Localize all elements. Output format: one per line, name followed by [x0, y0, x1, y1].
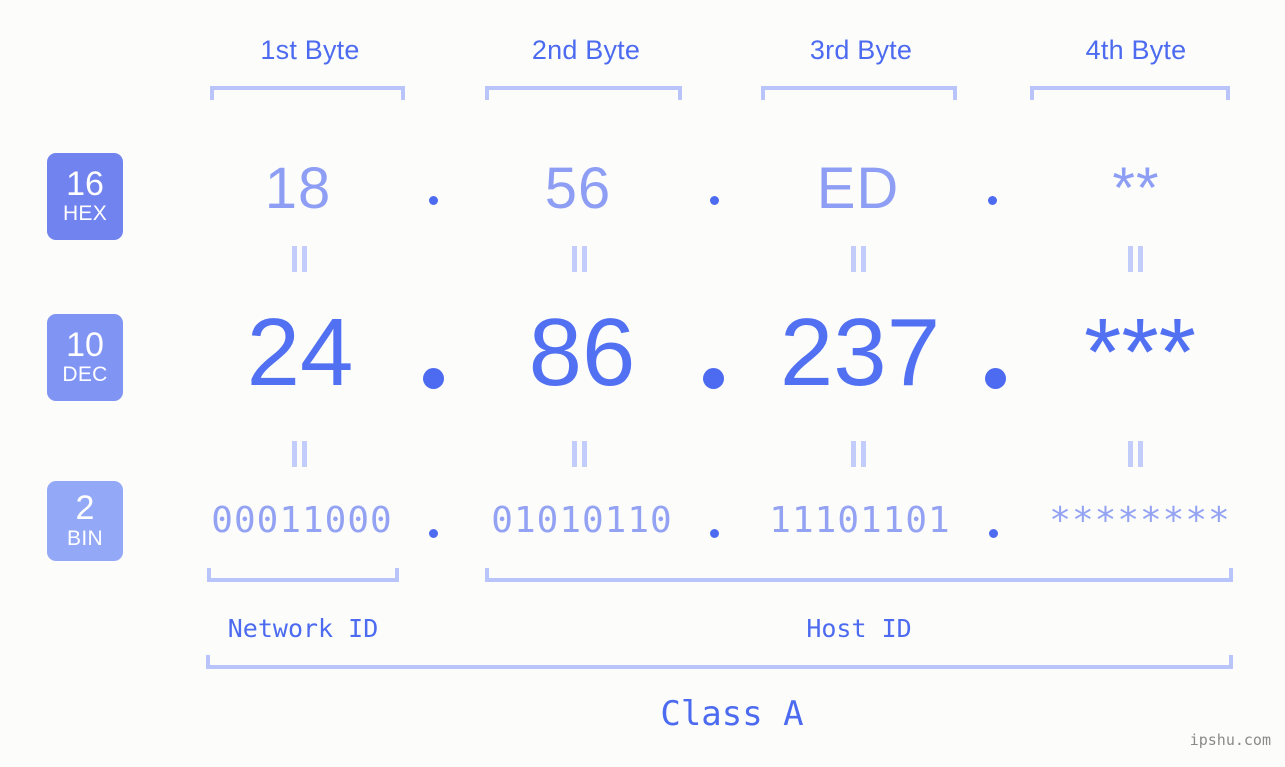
site-watermark: ipshu.com: [1189, 731, 1271, 749]
equals-mark-hex-dec-1: [292, 246, 308, 272]
radix-badge-hex-name: HEX: [62, 202, 108, 226]
hex-separator-1: [429, 196, 438, 205]
dec-byte-3: 237: [779, 299, 941, 406]
bin-separator-3: [989, 529, 998, 538]
equals-mark-dec-bin-2: [572, 441, 588, 467]
host-id-label: Host ID: [806, 614, 912, 643]
host-id-bracket: [485, 568, 1233, 582]
hex-separator-3: [988, 196, 997, 205]
bin-byte-4: ********: [1049, 500, 1231, 541]
hex-byte-1: 18: [264, 156, 332, 221]
equals-mark-dec-bin-3: [851, 441, 867, 467]
equals-mark-hex-dec-3: [851, 246, 867, 272]
bin-separator-2: [710, 529, 719, 538]
radix-badge-dec-name: DEC: [62, 363, 108, 387]
byte-header-label-4: 4th Byte: [1085, 35, 1187, 65]
hex-byte-3: ED: [816, 156, 900, 221]
equals-mark-hex-dec-4: [1128, 246, 1144, 272]
bin-byte-3: 11101101: [769, 500, 951, 541]
radix-badge-hex: 16 HEX: [47, 153, 123, 240]
radix-badge-bin-name: BIN: [67, 526, 103, 550]
hex-byte-2: 56: [544, 156, 612, 221]
byte-header-label-3: 3rd Byte: [809, 35, 913, 65]
radix-badge-dec: 10 DEC: [47, 314, 123, 401]
equals-mark-hex-dec-2: [572, 246, 588, 272]
byte-bracket-3: [761, 86, 957, 100]
dec-byte-4: ***: [1083, 299, 1197, 406]
equals-mark-dec-bin-1: [292, 441, 308, 467]
dec-separator-2: [703, 368, 724, 389]
radix-badge-dec-number: 10: [66, 325, 104, 364]
equals-mark-dec-bin-4: [1128, 441, 1144, 467]
network-id-bracket: [207, 568, 399, 582]
byte-bracket-4: [1030, 86, 1230, 100]
dec-separator-3: [985, 368, 1006, 389]
byte-header-label-1: 1st Byte: [260, 35, 360, 65]
bin-byte-2: 01010110: [491, 500, 673, 541]
radix-badge-bin-number: 2: [75, 489, 95, 528]
dec-byte-1: 24: [246, 299, 354, 406]
byte-bracket-2: [485, 86, 682, 100]
hex-separator-2: [710, 196, 719, 205]
dec-separator-1: [423, 368, 444, 389]
bin-separator-1: [429, 529, 438, 538]
radix-badge-hex-number: 16: [66, 164, 104, 203]
hex-byte-4: **: [1112, 156, 1160, 221]
radix-badge-bin: 2 BIN: [47, 481, 123, 561]
class-label: Class A: [660, 694, 804, 734]
network-id-label: Network ID: [227, 614, 379, 643]
bin-byte-1: 00011000: [211, 500, 393, 541]
class-bracket: [206, 655, 1233, 669]
ip-address-breakdown-diagram: 1st Byte 2nd Byte 3rd Byte 4th Byte 16 H…: [0, 0, 1285, 767]
byte-header-label-2: 2nd Byte: [531, 35, 641, 65]
byte-bracket-1: [210, 86, 405, 100]
dec-byte-2: 86: [528, 299, 636, 406]
